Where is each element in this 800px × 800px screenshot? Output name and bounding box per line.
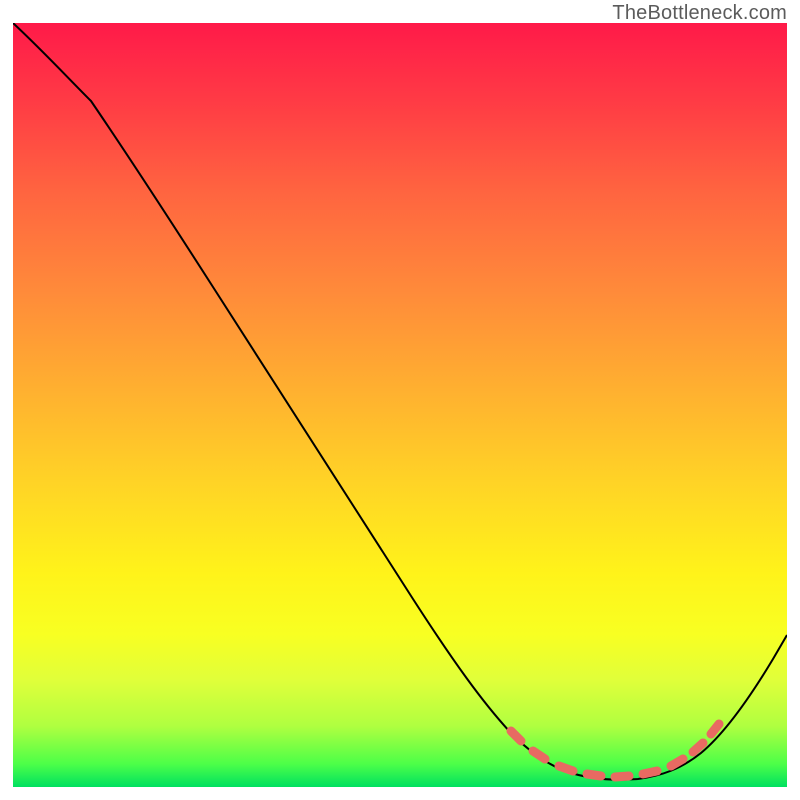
highlight-dashes: [511, 724, 719, 777]
bottleneck-chart: TheBottleneck.com: [0, 0, 800, 800]
watermark-text: TheBottleneck.com: [612, 2, 787, 25]
chart-svg: [13, 23, 787, 787]
bottleneck-curve-path: [13, 23, 787, 780]
plot-area: [13, 23, 787, 787]
